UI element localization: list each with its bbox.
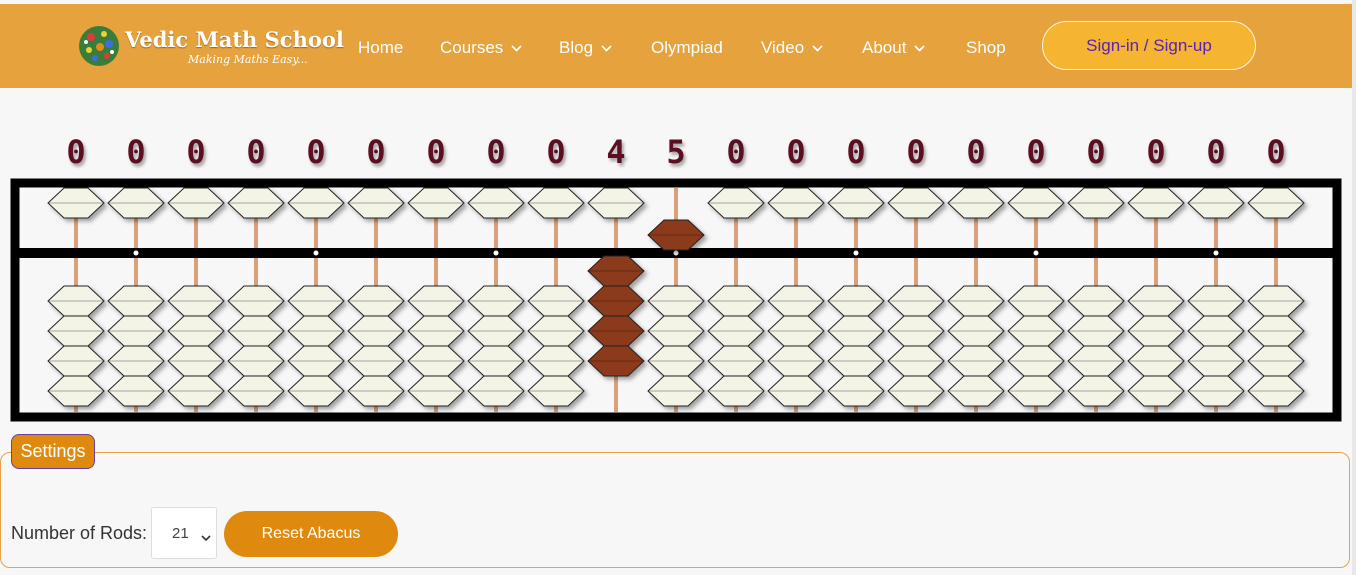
reset-abacus-button[interactable]: Reset Abacus bbox=[224, 511, 398, 557]
beam-dot bbox=[313, 250, 319, 256]
rods-select-value: 21 bbox=[172, 524, 189, 542]
rod-digit: 0 bbox=[246, 133, 266, 171]
rod-digit: 0 bbox=[1086, 133, 1106, 171]
rod-digit: 0 bbox=[966, 133, 986, 171]
rod-digit: 0 bbox=[546, 133, 566, 171]
rod-digit: 0 bbox=[1206, 133, 1226, 171]
nav-home[interactable]: Home bbox=[358, 38, 403, 58]
rod-digit: 0 bbox=[486, 133, 506, 171]
rod-digit: 0 bbox=[426, 133, 446, 171]
abacus[interactable] bbox=[0, 176, 1356, 426]
beam-dot bbox=[493, 250, 499, 256]
chevron-down-icon bbox=[914, 44, 926, 52]
nav-about[interactable]: About bbox=[862, 38, 926, 58]
rod-digit: 0 bbox=[1146, 133, 1166, 171]
rods-label: Number of Rods: bbox=[11, 523, 148, 543]
nav-olympiad-label: Olympiad bbox=[651, 38, 723, 57]
nav-shop-label: Shop bbox=[966, 38, 1006, 57]
chevron-down-icon bbox=[511, 44, 522, 52]
rod-digit: 0 bbox=[726, 133, 746, 171]
chevron-down-icon bbox=[812, 44, 823, 52]
nav-blog-label: Blog bbox=[559, 38, 594, 57]
site-logo[interactable]: Vedic Math School Making Maths Easy... bbox=[78, 25, 344, 73]
nav-olympiad[interactable]: Olympiad bbox=[651, 38, 723, 58]
nav-home-label: Home bbox=[358, 38, 404, 57]
rod-digit: 0 bbox=[1026, 133, 1046, 171]
beam-dot bbox=[1033, 250, 1039, 256]
rod-digit: 0 bbox=[366, 133, 386, 171]
signin-button[interactable]: Sign-in / Sign-up bbox=[1042, 21, 1256, 70]
chevron-down-icon bbox=[201, 529, 211, 546]
settings-tab[interactable]: Settings bbox=[11, 434, 95, 469]
rod-digit: 4 bbox=[606, 133, 626, 171]
site-header: Vedic Math School Making Maths Easy... H… bbox=[0, 4, 1352, 88]
rod-digit: 0 bbox=[846, 133, 866, 171]
nav-video[interactable]: Video bbox=[761, 38, 823, 58]
rod-digit: 0 bbox=[906, 133, 926, 171]
chevron-down-icon bbox=[601, 44, 612, 52]
rod-digit: 0 bbox=[306, 133, 326, 171]
nav-video-label: Video bbox=[761, 38, 805, 57]
rod-digit: 0 bbox=[186, 133, 206, 171]
abacus-readout: 0 0 0 0 0 0 0 0 0 4 5 0 0 0 0 0 0 0 0 0 0 bbox=[0, 133, 1356, 173]
beam-dot bbox=[853, 250, 859, 256]
rod-digit: 0 bbox=[126, 133, 146, 171]
nav-courses-label: Courses bbox=[440, 38, 504, 57]
beam-dot bbox=[1213, 250, 1219, 256]
rod-digit: 0 bbox=[1266, 133, 1286, 171]
rods-select[interactable]: 21 bbox=[151, 507, 217, 559]
nav-shop[interactable]: Shop bbox=[966, 38, 1006, 58]
rod-digit: 5 bbox=[666, 133, 686, 171]
brand-name: Vedic Math School bbox=[125, 27, 344, 52]
rod-digit: 0 bbox=[786, 133, 806, 171]
rod-digit: 0 bbox=[66, 133, 86, 171]
beam-dot bbox=[673, 250, 679, 256]
nav-blog[interactable]: Blog bbox=[559, 38, 612, 58]
nav-courses[interactable]: Courses bbox=[440, 38, 522, 58]
beam-dot bbox=[133, 250, 139, 256]
brand-tagline: Making Maths Easy... bbox=[188, 53, 308, 66]
logo-globe-icon bbox=[79, 26, 119, 66]
nav-about-label: About bbox=[862, 38, 907, 57]
